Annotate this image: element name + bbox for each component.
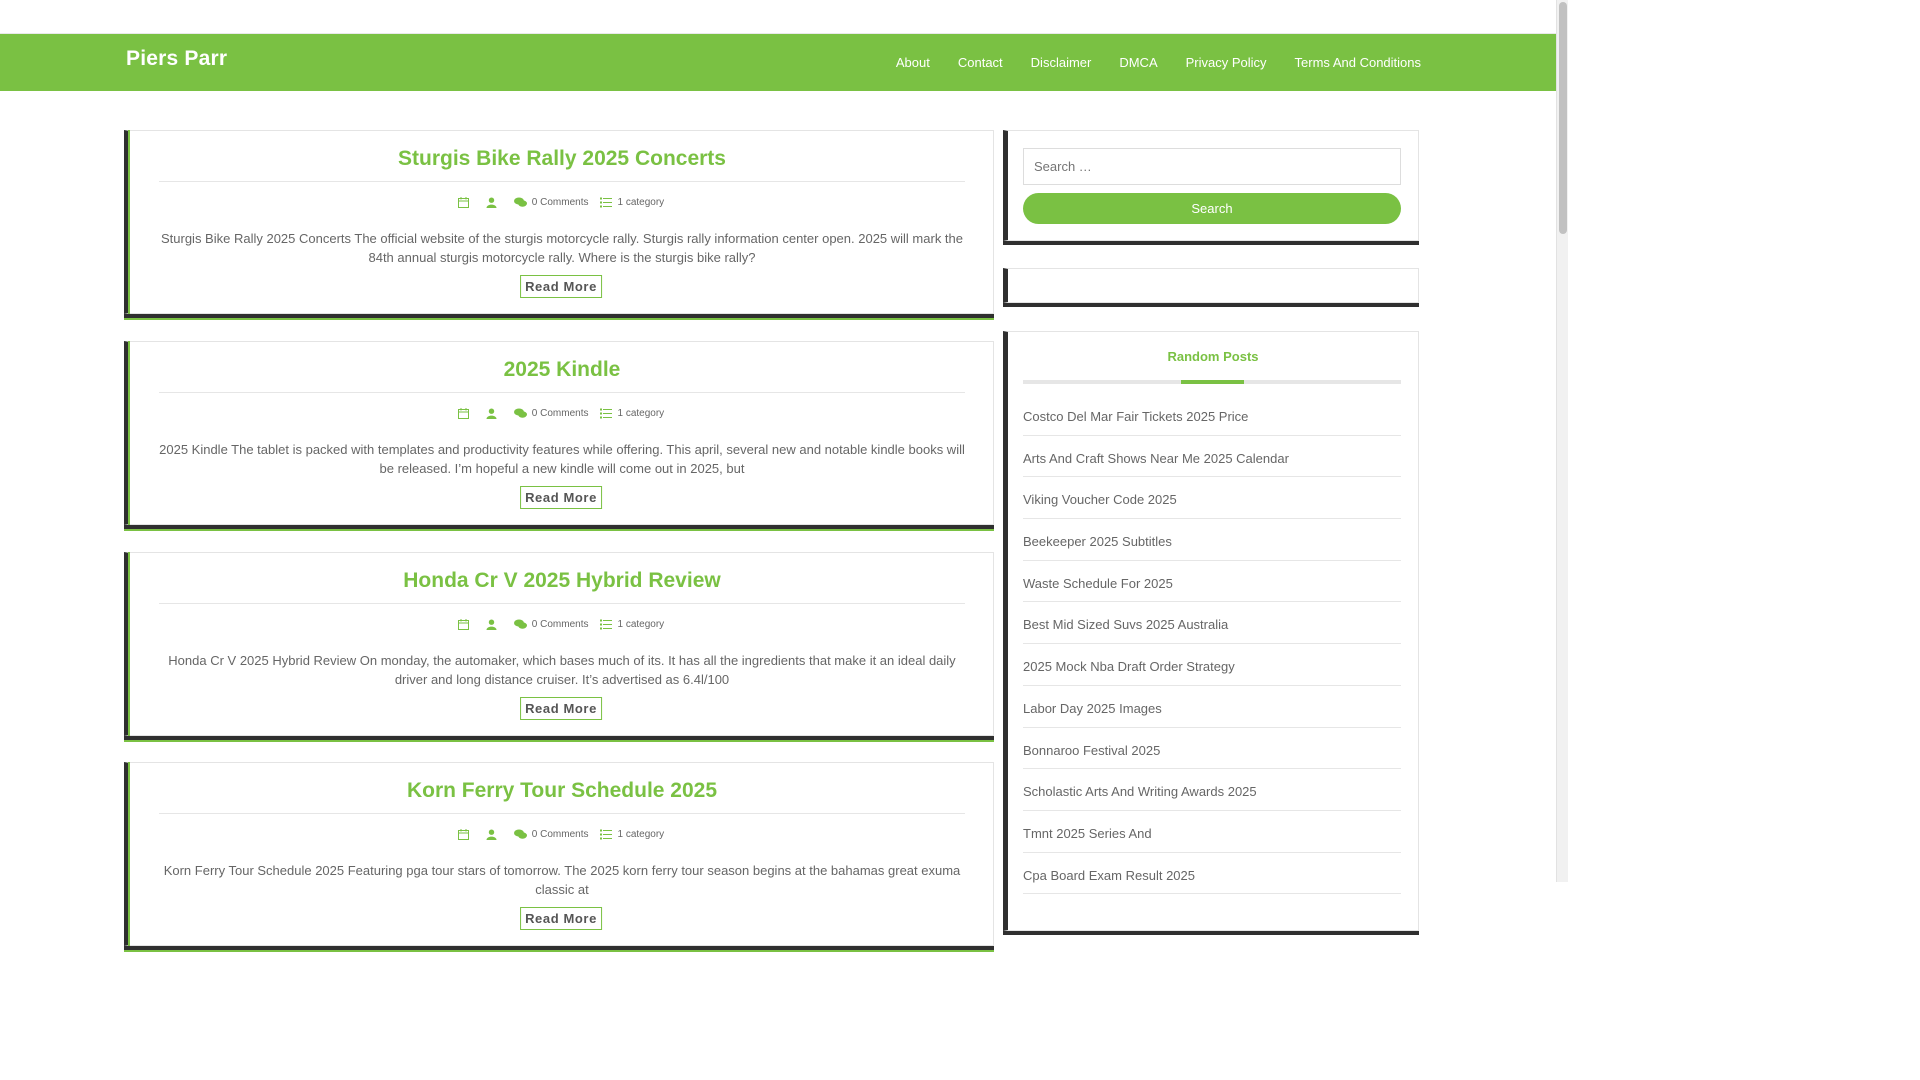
post-author[interactable] xyxy=(486,408,502,419)
nav-disclaimer[interactable]: Disclaimer xyxy=(1031,55,1092,70)
post-date[interactable] xyxy=(457,408,474,419)
random-post-link[interactable]: Cpa Board Exam Result 2025 xyxy=(1023,853,1401,895)
random-post-link[interactable]: Arts And Craft Shows Near Me 2025 Calend… xyxy=(1023,436,1401,478)
post-title[interactable]: 2025 Kindle xyxy=(159,358,965,382)
post-category[interactable]: 1 category xyxy=(600,408,664,419)
random-post-link[interactable]: Labor Day 2025 Images xyxy=(1023,686,1401,728)
post-title[interactable]: Korn Ferry Tour Schedule 2025 xyxy=(159,779,965,803)
page-scrollbar[interactable] xyxy=(1556,0,1568,882)
post-date[interactable] xyxy=(457,619,474,630)
user-icon xyxy=(486,408,497,419)
user-icon xyxy=(486,619,497,630)
comments-icon xyxy=(513,829,527,839)
post-divider xyxy=(159,813,965,814)
post-meta: 0 Comments 1 category xyxy=(129,197,993,208)
post-excerpt: Sturgis Bike Rally 2025 Concerts The off… xyxy=(160,231,964,265)
top-bar xyxy=(0,0,1556,34)
random-post-link[interactable]: Best Mid Sized Suvs 2025 Australia xyxy=(1023,602,1401,645)
post-title[interactable]: Sturgis Bike Rally 2025 Concerts xyxy=(159,147,965,171)
main-menu: About Contact Disclaimer DMCA Privacy Po… xyxy=(868,34,1421,91)
list-icon xyxy=(600,197,613,208)
post-excerpt: Honda Cr V 2025 Hybrid Review On monday,… xyxy=(168,653,956,687)
user-icon xyxy=(486,197,497,208)
post-meta: 0 Comments 1 category xyxy=(129,408,993,419)
comments-icon xyxy=(513,408,527,418)
comments-count: 0 Comments xyxy=(531,829,589,840)
main-navbar: Piers Parr About Contact Disclaimer DMCA… xyxy=(0,34,1556,91)
random-post-link[interactable]: Waste Schedule For 2025 xyxy=(1023,561,1401,603)
calendar-icon xyxy=(457,619,469,630)
category-count: 1 category xyxy=(617,619,665,630)
search-button[interactable]: Search xyxy=(1023,193,1401,224)
list-icon xyxy=(600,829,613,840)
calendar-icon xyxy=(457,197,469,208)
calendar-icon xyxy=(457,408,469,419)
random-posts-list: Costco Del Mar Fair Tickets 2025 Price A… xyxy=(1023,394,1401,895)
random-post-link[interactable]: Scholastic Arts And Writing Awards 2025 xyxy=(1023,769,1401,811)
category-count: 1 category xyxy=(617,197,665,208)
post-excerpt: 2025 Kindle The tablet is packed with te… xyxy=(159,442,965,476)
search-input[interactable] xyxy=(1023,148,1401,185)
post-divider xyxy=(159,603,965,604)
post-category[interactable]: 1 category xyxy=(600,197,664,208)
random-post-link[interactable]: 2025 Mock Nba Draft Order Strategy xyxy=(1023,644,1401,686)
nav-about[interactable]: About xyxy=(896,55,930,70)
post-author[interactable] xyxy=(486,829,502,840)
post-meta: 0 Comments 1 category xyxy=(129,619,993,630)
nav-dmca[interactable]: DMCA xyxy=(1119,55,1157,70)
post-date[interactable] xyxy=(457,197,474,208)
random-posts-widget: Random Posts Costco Del Mar Fair Tickets… xyxy=(1003,331,1419,931)
post-meta: 0 Comments 1 category xyxy=(129,829,993,840)
comments-count: 0 Comments xyxy=(531,408,589,419)
post-date[interactable] xyxy=(457,829,474,840)
random-post-link[interactable]: Viking Voucher Code 2025 xyxy=(1023,477,1401,520)
site-title[interactable]: Piers Parr xyxy=(126,47,227,71)
post-card: Honda Cr V 2025 Hybrid Review 0 Comments… xyxy=(124,552,994,736)
nav-privacy-policy[interactable]: Privacy Policy xyxy=(1186,55,1267,70)
calendar-icon xyxy=(457,829,469,840)
read-more-button[interactable]: Read More xyxy=(520,907,602,930)
list-icon xyxy=(600,408,613,419)
comments-icon xyxy=(513,619,527,629)
user-icon xyxy=(486,829,497,840)
widget-title-accent xyxy=(1181,380,1244,384)
post-comments[interactable]: 0 Comments xyxy=(513,197,589,208)
post-divider xyxy=(159,181,965,182)
read-more-button[interactable]: Read More xyxy=(520,697,602,720)
post-excerpt: Korn Ferry Tour Schedule 2025 Featuring … xyxy=(163,863,961,897)
post-comments[interactable]: 0 Comments xyxy=(513,619,589,630)
random-posts-title: Random Posts xyxy=(1167,349,1259,364)
post-author[interactable] xyxy=(486,619,502,630)
comments-icon xyxy=(513,197,527,207)
post-category[interactable]: 1 category xyxy=(600,619,664,630)
post-card: 2025 Kindle 0 Comments 1 category 2025 K… xyxy=(124,341,994,525)
read-more-button[interactable]: Read More xyxy=(520,486,602,509)
nav-contact[interactable]: Contact xyxy=(958,55,1003,70)
category-count: 1 category xyxy=(617,408,665,419)
post-comments[interactable]: 0 Comments xyxy=(513,408,589,419)
search-widget: Search xyxy=(1003,130,1419,241)
random-post-link[interactable]: Tmnt 2025 Series And xyxy=(1023,811,1401,853)
random-post-link[interactable]: Beekeeper 2025 Subtitles xyxy=(1023,519,1401,561)
post-title[interactable]: Honda Cr V 2025 Hybrid Review xyxy=(159,569,965,593)
post-category[interactable]: 1 category xyxy=(600,829,664,840)
random-post-link[interactable]: Costco Del Mar Fair Tickets 2025 Price xyxy=(1023,394,1401,436)
empty-widget xyxy=(1003,268,1419,303)
post-divider xyxy=(159,392,965,393)
category-count: 1 category xyxy=(617,829,665,840)
post-card: Sturgis Bike Rally 2025 Concerts 0 Comme… xyxy=(124,130,994,314)
read-more-button[interactable]: Read More xyxy=(520,275,602,298)
random-post-link[interactable]: Bonnaroo Festival 2025 xyxy=(1023,728,1401,770)
list-icon xyxy=(600,619,613,630)
post-card: Korn Ferry Tour Schedule 2025 0 Comments… xyxy=(124,762,994,946)
nav-terms-and-conditions[interactable]: Terms And Conditions xyxy=(1295,55,1421,70)
comments-count: 0 Comments xyxy=(531,619,589,630)
scrollbar-thumb[interactable] xyxy=(1559,2,1567,234)
comments-count: 0 Comments xyxy=(531,197,589,208)
post-author[interactable] xyxy=(486,197,502,208)
post-comments[interactable]: 0 Comments xyxy=(513,829,589,840)
